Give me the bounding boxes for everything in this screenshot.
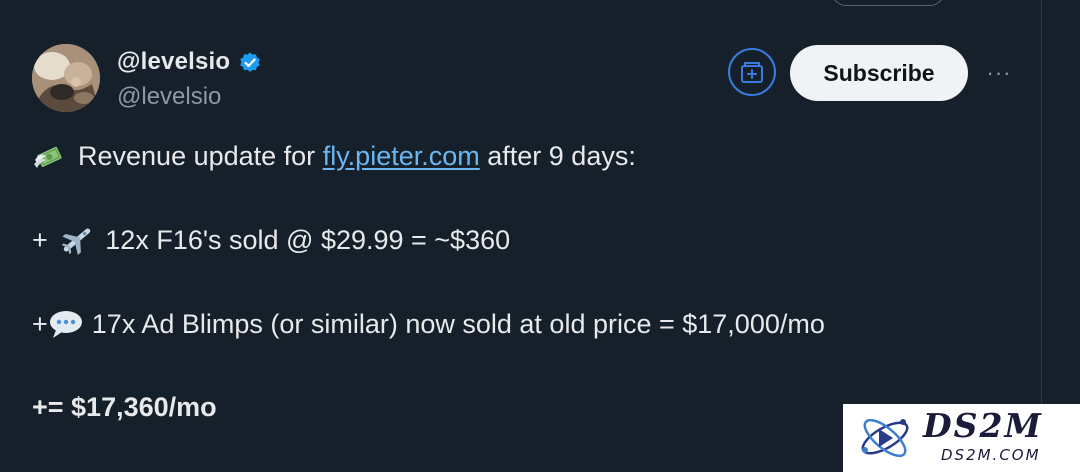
line3-prefix: +: [32, 308, 48, 339]
author-handle[interactable]: @levelsio: [117, 83, 221, 111]
author-name-row[interactable]: @levelsio: [117, 48, 262, 76]
tweet-line-2: + 12x F16's sold @ $29.99 = ~$360: [32, 224, 510, 256]
subscribe-badge-icon: [741, 62, 763, 83]
line2-text: 12x F16's sold @ $29.99 = ~$360: [105, 224, 511, 255]
line1-prefix: Revenue update for: [78, 140, 323, 171]
more-options-icon[interactable]: ···: [984, 58, 1014, 88]
column-divider: [1041, 0, 1042, 472]
post-view: @levelsio @levelsio Subscribe ··· Revenu…: [0, 0, 1080, 472]
avatar[interactable]: [32, 44, 100, 112]
ds2m-logo-icon: [861, 418, 909, 458]
fly-pieter-link[interactable]: fly.pieter.com: [323, 141, 480, 172]
tweet-line-3: + 17x Ad Blimps (or similar) now sold at…: [32, 308, 825, 340]
subscribe-button[interactable]: Subscribe: [790, 45, 968, 101]
verified-badge-icon: [238, 50, 262, 74]
tweet-line-1: Revenue update for fly.pieter.com after …: [32, 140, 636, 172]
subscriber-content-button[interactable]: [728, 48, 776, 96]
author-display-name[interactable]: @levelsio: [117, 48, 230, 76]
watermark-subtitle: DS2M.COM: [941, 446, 1041, 464]
money-with-wings-icon: [32, 140, 68, 172]
line2-prefix: +: [32, 224, 56, 255]
watermark-title: DS2M: [923, 406, 1043, 445]
line3-text: 17x Ad Blimps (or similar) now sold at o…: [91, 308, 825, 339]
avatar-photo: [32, 44, 100, 112]
airplane-icon: [59, 224, 95, 256]
line1-suffix: after 9 days:: [479, 140, 636, 171]
tweet-line-4: += $17,360/mo: [32, 392, 217, 423]
speech-balloon-icon: [48, 308, 84, 340]
top-button-edge[interactable]: [832, 0, 944, 6]
ds2m-watermark: DS2M DS2M.COM: [843, 404, 1080, 472]
line4-text: += $17,360/mo: [32, 392, 217, 422]
